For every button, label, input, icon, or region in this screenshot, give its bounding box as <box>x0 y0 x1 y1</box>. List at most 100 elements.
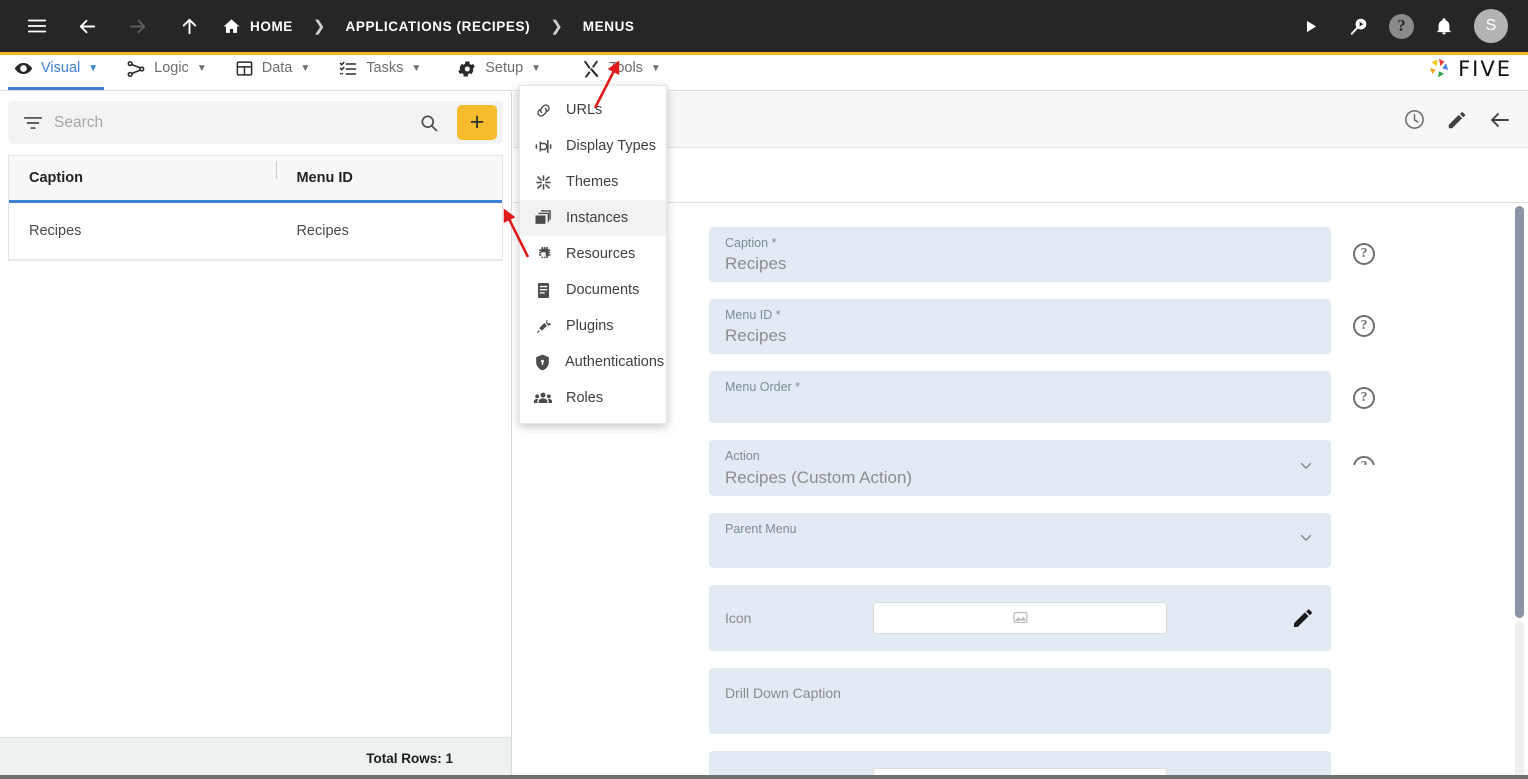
plugins-plug-icon <box>533 317 553 336</box>
chevron-down-icon: ▼ <box>531 62 542 74</box>
up-arrow-icon[interactable] <box>170 7 208 45</box>
help-icon[interactable]: ? <box>1353 243 1375 265</box>
menu-item-label: Themes <box>566 174 619 190</box>
tab-label-data: Data <box>261 60 293 77</box>
drill-down-caption-input[interactable]: Drill Down Caption <box>709 667 1331 734</box>
icon-picker[interactable]: Icon <box>709 584 1331 651</box>
resources-puzzle-icon <box>533 245 553 264</box>
grid-header-row: Caption Menu ID <box>9 155 502 203</box>
breadcrumb-separator: ❯ <box>550 17 563 35</box>
add-record-button[interactable]: + <box>457 105 497 140</box>
menu-item-label: URLs <box>566 102 603 118</box>
menu-item-authentications[interactable]: Authentications <box>520 344 666 380</box>
menu-item-label: Roles <box>566 390 604 406</box>
left-list-panel: + Caption Menu ID Recipes Recipes Total … <box>0 92 512 779</box>
search-debug-icon[interactable] <box>1340 7 1378 45</box>
scrollbar-thumb[interactable] <box>1515 206 1524 618</box>
menu-item-roles[interactable]: Roles <box>520 380 666 416</box>
menu-item-urls[interactable]: URLs <box>520 92 666 128</box>
help-icon[interactable]: ? <box>1353 315 1375 338</box>
menu-item-resources[interactable]: Resources <box>520 236 666 272</box>
chevron-down-icon[interactable] <box>1297 529 1315 552</box>
caption-input[interactable]: Caption * Recipes <box>709 227 1331 283</box>
action-select[interactable]: Action Recipes (Custom Action) <box>709 440 1331 496</box>
cell-caption: Recipes <box>29 223 82 239</box>
search-bar: + <box>8 101 503 144</box>
chevron-down-icon[interactable] <box>1297 456 1315 479</box>
form-vertical-scrollbar[interactable] <box>1514 203 1525 779</box>
menu-item-label: Plugins <box>566 318 614 334</box>
grid-header-menu-id[interactable]: Menu ID <box>276 161 502 186</box>
help-icon[interactable]: ? <box>1389 13 1414 39</box>
menu-item-documents[interactable]: Documents <box>520 272 666 308</box>
avatar[interactable]: S <box>1474 9 1508 43</box>
eye-icon <box>14 59 33 78</box>
tab-label-tasks: Tasks <box>366 60 404 77</box>
table-row[interactable]: Recipes Recipes <box>9 203 502 260</box>
roles-people-icon <box>533 388 553 408</box>
menu-id-input[interactable]: Menu ID * Recipes <box>709 299 1331 355</box>
menu-item-label: Documents <box>566 282 640 298</box>
tab-label-visual: Visual <box>41 60 81 77</box>
menu-item-plugins[interactable]: Plugins <box>520 308 666 344</box>
image-placeholder-icon <box>1012 609 1029 626</box>
breadcrumb-item-home[interactable]: HOME <box>220 17 295 36</box>
tab-label-setup: Setup <box>485 60 524 77</box>
caption-label: Caption * <box>725 236 777 250</box>
chevron-down-icon: ▼ <box>88 62 99 74</box>
breadcrumb-separator: ❯ <box>312 17 326 35</box>
search-input[interactable] <box>54 113 401 132</box>
breadcrumb-label-home: HOME <box>250 18 293 34</box>
parent-menu-label: Parent Menu <box>725 521 797 536</box>
grid-header-caption[interactable]: Caption <box>9 170 276 186</box>
menu-item-instances[interactable]: Instances <box>520 200 666 236</box>
documents-icon <box>533 281 553 300</box>
menu-item-display-types[interactable]: Display Types <box>520 128 666 164</box>
hamburger-icon[interactable] <box>18 7 56 45</box>
back-arrow-icon[interactable] <box>1488 108 1512 132</box>
brand-name: FIVE <box>1458 57 1512 81</box>
tab-visual[interactable]: Visual ▼ <box>0 54 112 90</box>
tab-logic[interactable]: Logic ▼ <box>112 54 221 90</box>
run-play-icon[interactable] <box>1291 7 1329 45</box>
menu-order-input[interactable]: Menu Order * 0 <box>709 371 1528 779</box>
menu-item-label: Display Types <box>566 138 656 154</box>
drill-down-caption-label: Drill Down Caption <box>725 684 841 701</box>
brand-logo: FIVE <box>1425 56 1528 90</box>
setup-dropdown-menu: URLs Display Types Themes Instances Reso <box>519 85 667 424</box>
scrollbar-track[interactable] <box>1515 621 1524 779</box>
topbar-actions: ? S <box>1291 7 1514 45</box>
search-icon[interactable] <box>411 113 447 133</box>
help-icon[interactable]: ? <box>1353 387 1375 410</box>
table-grid-icon <box>235 59 254 78</box>
module-tab-bar: Visual ▼ Logic ▼ Data ▼ Tasks ▼ Setup ▼ … <box>0 55 1528 91</box>
forward-arrow-icon[interactable] <box>118 7 156 45</box>
menu-item-label: Resources <box>566 246 636 262</box>
edit-pencil-icon[interactable] <box>1291 606 1315 630</box>
themes-palette-icon <box>533 173 553 192</box>
menu-id-label: Menu ID * <box>725 308 781 323</box>
icon-label: Icon <box>725 609 752 626</box>
icon-preview-box[interactable] <box>873 601 1167 634</box>
tab-data[interactable]: Data ▼ <box>221 54 325 90</box>
menu-order-label: Menu Order * <box>725 380 801 395</box>
tab-tasks[interactable]: Tasks ▼ <box>324 54 435 90</box>
filter-icon[interactable] <box>22 112 44 134</box>
menu-item-label: Instances <box>566 210 629 226</box>
breadcrumb-item-menus[interactable]: MENUS <box>581 19 637 34</box>
notifications-bell-icon[interactable] <box>1425 7 1463 45</box>
chevron-down-icon: ▼ <box>196 62 207 74</box>
breadcrumb: HOME ❯ APPLICATIONS (RECIPES) ❯ MENUS <box>220 17 637 36</box>
menu-item-themes[interactable]: Themes <box>520 164 666 200</box>
home-icon <box>222 17 241 36</box>
records-grid: Caption Menu ID Recipes Recipes <box>8 155 503 261</box>
parent-menu-value <box>725 539 1315 562</box>
edit-pencil-icon[interactable] <box>1446 109 1468 131</box>
cell-menu-id: Recipes <box>296 223 349 239</box>
back-arrow-icon[interactable] <box>68 7 106 45</box>
history-clock-icon[interactable] <box>1403 108 1426 131</box>
breadcrumb-item-applications[interactable]: APPLICATIONS (RECIPES) <box>343 19 532 34</box>
window-bottom-strip <box>0 775 1528 779</box>
tab-label-logic: Logic <box>154 60 189 77</box>
parent-menu-select[interactable]: Parent Menu <box>709 512 1331 568</box>
